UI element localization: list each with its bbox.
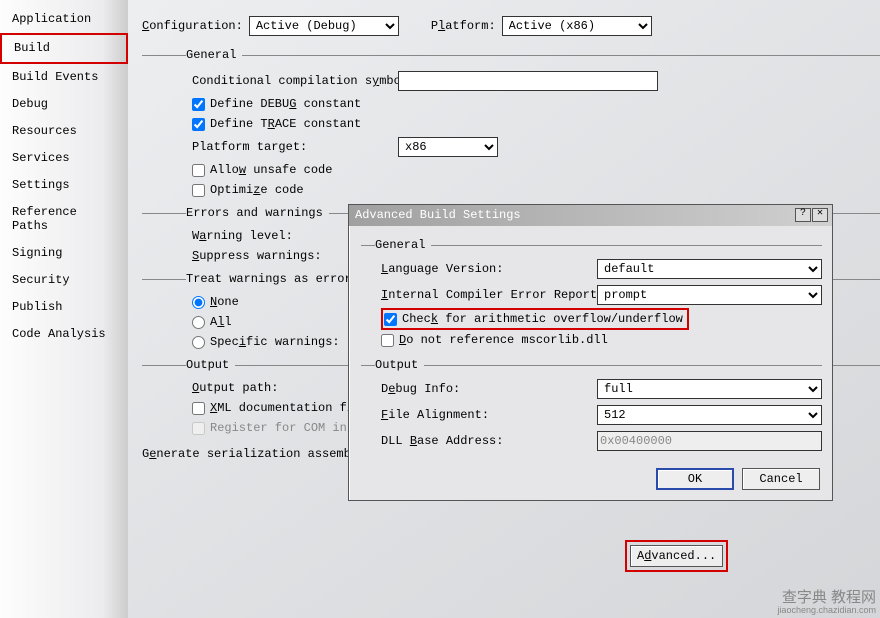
treat-none-label: None bbox=[210, 295, 239, 309]
sidebar-item-resources[interactable]: Resources bbox=[0, 118, 128, 145]
output-legend: Output bbox=[186, 358, 235, 372]
configuration-select[interactable]: Active (Debug) bbox=[249, 16, 399, 36]
close-icon[interactable]: ✕ bbox=[812, 208, 828, 222]
allow-unsafe-checkbox[interactable] bbox=[192, 164, 205, 177]
dialog-general-legend: General bbox=[375, 238, 431, 252]
dll-base-label: DLL Base Address: bbox=[381, 434, 591, 448]
allow-unsafe-label: Allow unsafe code bbox=[210, 163, 332, 177]
platform-target-select[interactable]: x86 bbox=[398, 137, 498, 157]
treat-none-radio[interactable] bbox=[192, 296, 205, 309]
optimize-checkbox[interactable] bbox=[192, 184, 205, 197]
errors-legend: Errors and warnings bbox=[186, 206, 329, 220]
sidebar-item-signing[interactable]: Signing bbox=[0, 240, 128, 267]
general-legend: General bbox=[186, 48, 242, 62]
sidebar-item-services[interactable]: Services bbox=[0, 145, 128, 172]
debug-info-label: Debug Info: bbox=[381, 382, 591, 396]
cancel-button[interactable]: Cancel bbox=[742, 468, 820, 490]
general-fieldset: General Conditional compilation symbols:… bbox=[142, 48, 880, 200]
help-icon[interactable]: ? bbox=[795, 208, 811, 222]
treat-specific-radio[interactable] bbox=[192, 336, 205, 349]
platform-label: Platform: bbox=[431, 19, 496, 33]
file-alignment-label: File Alignment: bbox=[381, 408, 591, 422]
debug-info-select[interactable]: full bbox=[597, 379, 822, 399]
watermark: 查字典 教程网 jiaocheng.chazidian.com bbox=[777, 590, 876, 616]
treat-legend: Treat warnings as errors bbox=[186, 272, 365, 286]
define-trace-label: Define TRACE constant bbox=[210, 117, 361, 131]
define-debug-label: Define DEBUG constant bbox=[210, 97, 361, 111]
no-mscorlib-label: Do not reference mscorlib.dll bbox=[399, 333, 608, 347]
lang-version-select[interactable]: default bbox=[597, 259, 822, 279]
internal-err-select[interactable]: prompt bbox=[597, 285, 822, 305]
cond-sym-label: Conditional compilation symbols: bbox=[192, 74, 392, 88]
advanced-build-dialog: Advanced Build Settings ? ✕ General Lang… bbox=[348, 204, 833, 501]
dialog-output-fieldset: Output Debug Info: full File Alignment: … bbox=[361, 358, 822, 456]
treat-all-label: All bbox=[210, 315, 232, 329]
treat-all-radio[interactable] bbox=[192, 316, 205, 329]
internal-err-label: Internal Compiler Error Reporting: bbox=[381, 288, 591, 302]
cond-sym-input[interactable] bbox=[398, 71, 658, 91]
advanced-button[interactable]: Advanced... bbox=[630, 545, 723, 567]
check-overflow-checkbox[interactable] bbox=[384, 313, 397, 326]
check-overflow-highlight: Check for arithmetic overflow/underflow bbox=[381, 308, 689, 330]
configuration-label: Configuration: bbox=[142, 19, 243, 33]
watermark-big: 查字典 教程网 bbox=[777, 590, 876, 607]
no-mscorlib-checkbox[interactable] bbox=[381, 334, 394, 347]
platform-select[interactable]: Active (x86) bbox=[502, 16, 652, 36]
platform-target-label: Platform target: bbox=[192, 140, 392, 154]
advanced-button-highlight: Advanced... bbox=[625, 540, 728, 572]
gen-ser-label: Generate serialization assembly: bbox=[142, 447, 372, 461]
dialog-titlebar: Advanced Build Settings ? ✕ bbox=[349, 205, 832, 226]
sidebar-item-debug[interactable]: Debug bbox=[0, 91, 128, 118]
xml-doc-checkbox[interactable] bbox=[192, 402, 205, 415]
define-trace-checkbox[interactable] bbox=[192, 118, 205, 131]
dll-base-input bbox=[597, 431, 822, 451]
optimize-label: Optimize code bbox=[210, 183, 304, 197]
dialog-general-fieldset: General Language Version: default Intern… bbox=[361, 238, 822, 352]
sidebar-item-application[interactable]: Application bbox=[0, 6, 128, 33]
sidebar-item-code-analysis[interactable]: Code Analysis bbox=[0, 321, 128, 348]
sidebar-item-build-events[interactable]: Build Events bbox=[0, 64, 128, 91]
lang-version-label: Language Version: bbox=[381, 262, 591, 276]
sidebar-item-build[interactable]: Build bbox=[0, 33, 128, 64]
sidebar: Application Build Build Events Debug Res… bbox=[0, 0, 128, 618]
ok-button[interactable]: OK bbox=[656, 468, 734, 490]
sidebar-item-reference-paths[interactable]: Reference Paths bbox=[0, 199, 128, 240]
sidebar-item-security[interactable]: Security bbox=[0, 267, 128, 294]
treat-specific-label: Specific warnings: bbox=[210, 335, 340, 349]
register-com-checkbox bbox=[192, 422, 205, 435]
sidebar-item-publish[interactable]: Publish bbox=[0, 294, 128, 321]
file-alignment-select[interactable]: 512 bbox=[597, 405, 822, 425]
check-overflow-label: Check for arithmetic overflow/underflow bbox=[402, 312, 683, 326]
dialog-output-legend: Output bbox=[375, 358, 424, 372]
define-debug-checkbox[interactable] bbox=[192, 98, 205, 111]
sidebar-item-settings[interactable]: Settings bbox=[0, 172, 128, 199]
dialog-title-text: Advanced Build Settings bbox=[355, 208, 794, 222]
watermark-small: jiaocheng.chazidian.com bbox=[777, 606, 876, 616]
